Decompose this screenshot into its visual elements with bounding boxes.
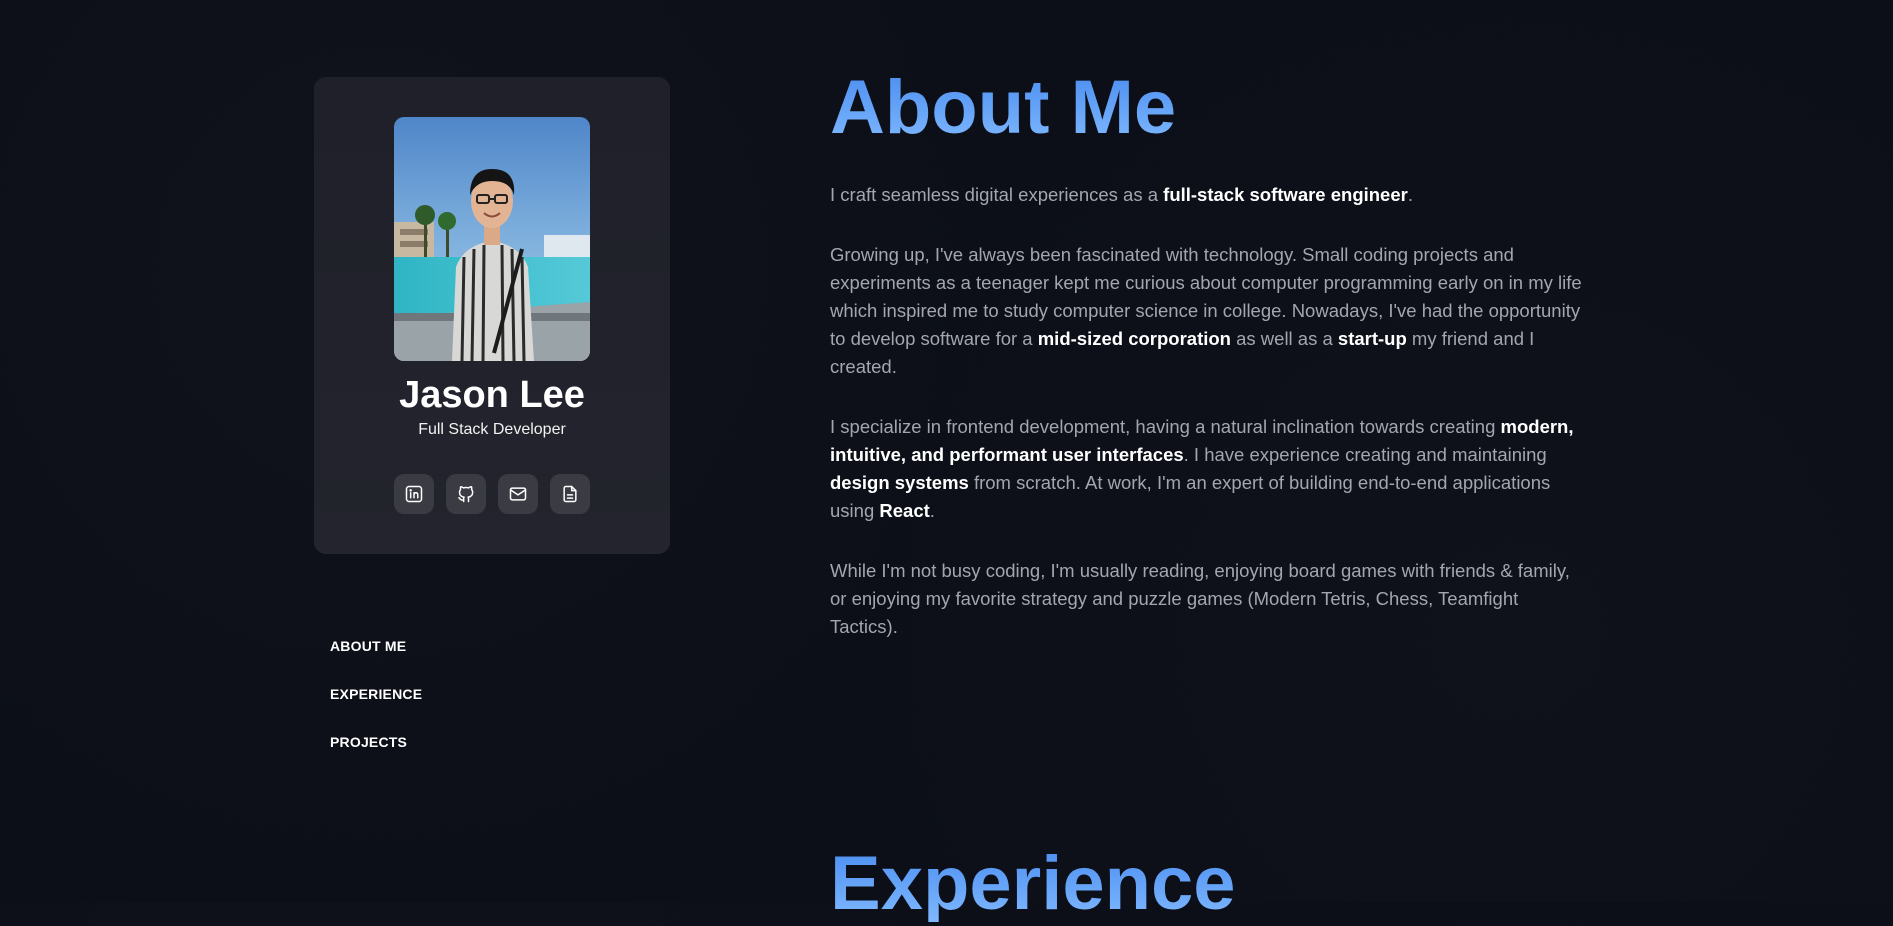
nav-link-projects[interactable]: PROJECTS [330,733,422,757]
social-links [394,474,590,514]
emphasis-text: design systems [830,472,969,493]
emphasis-text: mid-sized corporation [1037,328,1231,349]
about-paragraph-2: Growing up, I've always been fascinated … [830,241,1590,381]
github-button[interactable] [446,474,486,514]
experience-title: Experience [830,841,1236,926]
profile-name: Jason Lee [399,374,585,416]
profile-photo [394,117,590,361]
email-button[interactable] [498,474,538,514]
text: . [929,500,935,521]
about-paragraph-4: While I'm not busy coding, I'm usually r… [830,560,1570,637]
github-icon [456,484,476,504]
text: as well as a [1230,328,1338,349]
nav-link-about[interactable]: ABOUT ME [330,637,422,661]
document-icon [560,484,580,504]
text: I specialize in frontend development, ha… [830,416,1501,437]
linkedin-icon [404,484,424,504]
profile-role: Full Stack Developer [418,421,566,438]
section-nav: ABOUT ME EXPERIENCE PROJECTS [330,637,422,781]
about-title: About Me [830,70,1590,146]
emphasis-text: start-up [1337,328,1407,349]
linkedin-button[interactable] [394,474,434,514]
nav-link-experience[interactable]: EXPERIENCE [330,685,422,709]
resume-button[interactable] [550,474,590,514]
about-paragraph-1: I craft seamless digital experiences as … [830,181,1590,209]
mail-icon [508,484,528,504]
profile-card: Jason Lee Full Stack Developer [314,77,670,554]
text: . [1407,184,1413,205]
about-paragraph-3: I specialize in frontend development, ha… [830,413,1590,525]
emphasis-text: React [879,500,930,521]
text: . I have experience creating and maintai… [1183,444,1547,465]
emphasis-text: full-stack software engineer [1163,184,1408,205]
about-section: About Me I craft seamless digital experi… [830,70,1590,641]
text: I craft seamless digital experiences as … [830,184,1164,205]
